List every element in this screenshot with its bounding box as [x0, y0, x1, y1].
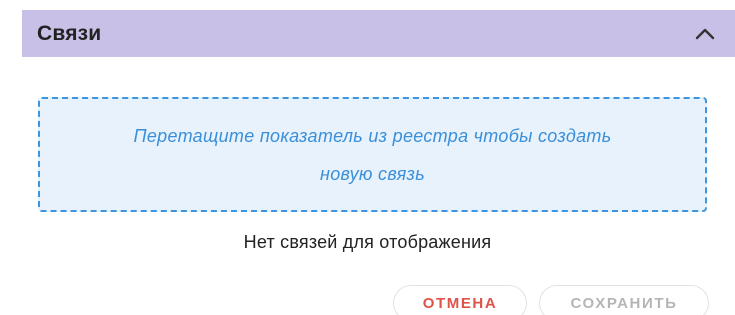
relations-panel-header: Связи — [22, 10, 735, 57]
dropzone-hint-line1: Перетащите показатель из реестра чтобы с… — [133, 125, 612, 146]
save-button[interactable]: СОХРАНИТЬ — [539, 285, 709, 315]
indicator-dropzone[interactable]: Перетащите показатель из реестра чтобы с… — [38, 97, 707, 212]
form-actions: ОТМЕНА СОХРАНИТЬ — [393, 285, 709, 315]
cancel-button[interactable]: ОТМЕНА — [393, 285, 527, 315]
dropzone-hint-line2: новую связь — [319, 163, 425, 184]
empty-state-text: Нет связей для отображения — [243, 232, 492, 252]
collapse-button[interactable] — [675, 10, 735, 57]
dropzone-hint: Перетащите показатель из реестра чтобы с… — [134, 117, 612, 193]
chevron-up-icon — [695, 28, 715, 40]
panel-title: Связи — [37, 21, 102, 45]
relations-page: Связи Перетащите показатель из реестра ч… — [0, 0, 735, 315]
